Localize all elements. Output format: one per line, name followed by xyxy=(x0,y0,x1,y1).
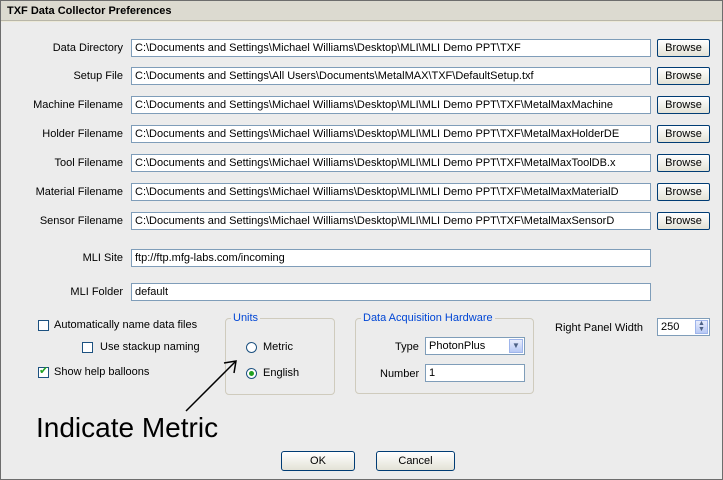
holder-filename-label: Holder Filename xyxy=(42,128,123,140)
daq-type-label: Type xyxy=(395,341,419,353)
tool-filename-browse-button[interactable]: Browse xyxy=(657,154,710,172)
ok-button[interactable]: OK xyxy=(281,451,355,471)
data-directory-label: Data Directory xyxy=(52,42,123,54)
mli-folder-label: MLI Folder xyxy=(70,286,123,298)
data-directory-field[interactable]: C:\Documents and Settings\Michael Willia… xyxy=(131,39,651,57)
english-label: English xyxy=(263,367,300,379)
dialog-content: Data Directory C:\Documents and Settings… xyxy=(1,22,722,479)
dialog-title: TXF Data Collector Preferences xyxy=(1,1,722,21)
help-balloons-label: Show help balloons xyxy=(54,366,150,378)
sensor-filename-field[interactable]: C:\Documents and Settings\Michael Willia… xyxy=(131,212,651,230)
material-filename-browse-button[interactable]: Browse xyxy=(657,183,710,201)
units-group xyxy=(225,318,335,395)
daq-type-select[interactable]: PhotonPlus ▼ xyxy=(425,337,525,355)
units-group-title: Units xyxy=(231,312,261,324)
daq-number-field[interactable]: 1 xyxy=(425,364,525,382)
help-balloons-checkbox[interactable]: ✔ xyxy=(38,365,49,378)
english-radio[interactable] xyxy=(246,368,257,379)
material-filename-field[interactable]: C:\Documents and Settings\Michael Willia… xyxy=(131,183,651,201)
daq-number-label: Number xyxy=(380,368,420,380)
data-directory-browse-button[interactable]: Browse xyxy=(657,39,710,57)
right-panel-width-spinner[interactable]: 250 ▲ ▼ xyxy=(657,318,710,336)
checkmark-icon: ✔ xyxy=(39,365,49,377)
metric-radio[interactable] xyxy=(246,342,257,353)
setup-file-browse-button[interactable]: Browse xyxy=(657,67,710,85)
mli-site-label: MLI Site xyxy=(82,252,123,264)
preferences-dialog: TXF Data Collector Preferences Data Dire… xyxy=(0,0,723,480)
holder-filename-field[interactable]: C:\Documents and Settings\Michael Willia… xyxy=(131,125,651,143)
right-panel-width-value: 250 xyxy=(661,321,680,333)
sensor-filename-label: Sensor Filename xyxy=(39,215,123,227)
machine-filename-label: Machine Filename xyxy=(33,99,123,111)
stackup-naming-checkbox[interactable] xyxy=(82,342,93,353)
mli-site-field[interactable]: ftp://ftp.mfg-labs.com/incoming xyxy=(131,249,651,267)
holder-filename-browse-button[interactable]: Browse xyxy=(657,125,710,143)
setup-file-field[interactable]: C:\Documents and Settings\All Users\Docu… xyxy=(131,67,651,85)
annotation-arrow-icon xyxy=(185,360,237,412)
machine-filename-browse-button[interactable]: Browse xyxy=(657,96,710,114)
sensor-filename-browse-button[interactable]: Browse xyxy=(657,212,710,230)
machine-filename-field[interactable]: C:\Documents and Settings\Michael Willia… xyxy=(131,96,651,114)
auto-name-label: Automatically name data files xyxy=(54,319,198,331)
radio-selected-icon xyxy=(249,371,254,376)
setup-file-label: Setup File xyxy=(73,70,123,82)
spinner-arrows-icon[interactable]: ▲ ▼ xyxy=(695,320,708,334)
material-filename-label: Material Filename xyxy=(35,186,123,198)
daq-type-value: PhotonPlus xyxy=(429,340,486,352)
tool-filename-field[interactable]: C:\Documents and Settings\Michael Willia… xyxy=(131,154,651,172)
chevron-down-icon[interactable]: ▼ xyxy=(509,339,523,353)
mli-folder-field[interactable]: default xyxy=(131,283,651,301)
tool-filename-label: Tool Filename xyxy=(54,157,123,169)
cancel-button[interactable]: Cancel xyxy=(376,451,455,471)
metric-label: Metric xyxy=(263,341,293,353)
annotation-text: Indicate Metric xyxy=(36,412,219,443)
stackup-naming-label: Use stackup naming xyxy=(100,341,200,353)
auto-name-checkbox[interactable] xyxy=(38,320,49,331)
daq-group-title: Data Acquisition Hardware xyxy=(361,312,495,324)
daq-group xyxy=(355,318,534,394)
right-panel-width-label: Right Panel Width xyxy=(555,322,644,334)
